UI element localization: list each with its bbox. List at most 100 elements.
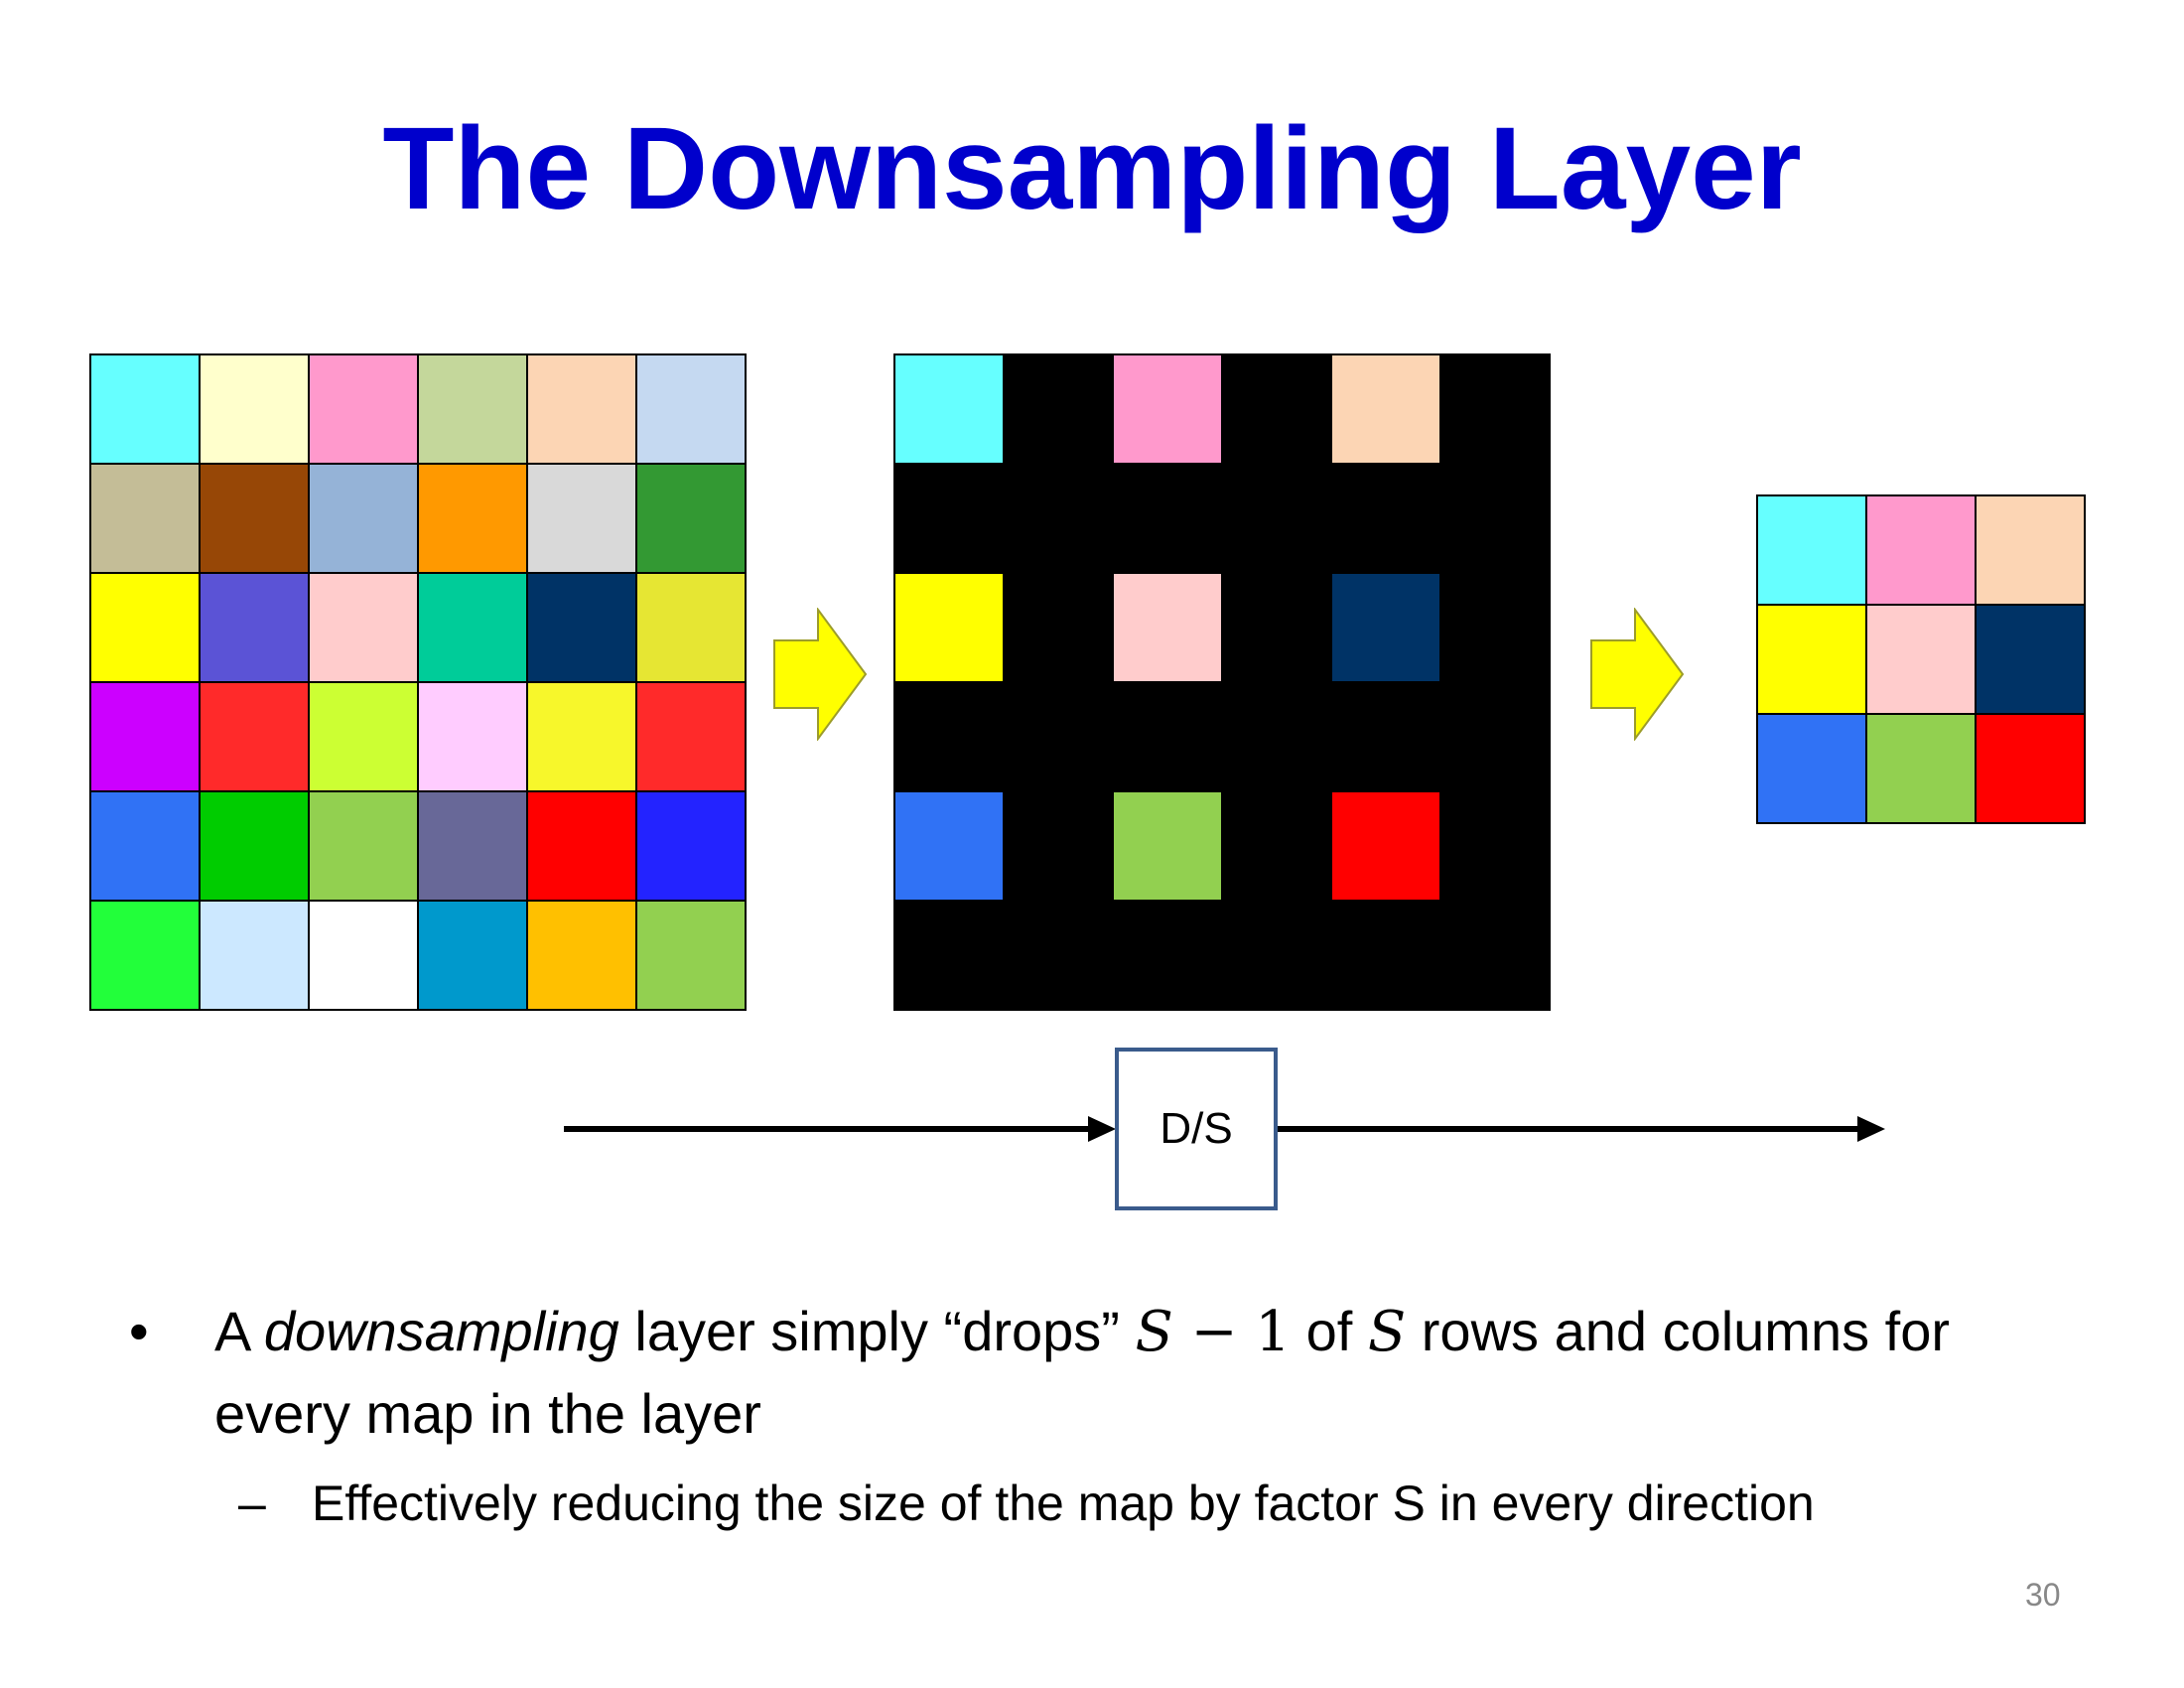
sampled-map-cell [1441,355,1549,463]
sampled-map-cell [1223,574,1330,681]
original-map-cell [201,465,308,572]
original-map-cell [528,355,635,463]
original-map-cell [528,792,635,900]
sampled-map-cell [1441,683,1549,790]
sampled-map-cell [1114,683,1221,790]
sampled-feature-map [893,353,1551,1011]
output-flow-arrow [1278,1116,1885,1142]
sampled-map-cell [1332,465,1439,572]
original-map-cell [419,683,526,790]
page-number: 30 [2025,1577,2061,1613]
downsampled-map-cell [1758,715,1865,822]
bullet-item: • A downsampling layer simply “drops” S −… [129,1291,2095,1455]
slide-title: The Downsampling Layer [382,103,1802,234]
downsampled-map-cell [1867,715,1975,822]
sampled-map-cell [1114,792,1221,900]
input-flow-arrow [564,1116,1116,1142]
sampled-map-cell [1005,683,1112,790]
sampled-map-cell [1005,792,1112,900]
sub-bullet-marker: – [238,1476,266,1531]
downsampling-block: D/S [1115,1048,1278,1210]
original-map-cell [91,465,199,572]
sampled-map-cell [1332,902,1439,1009]
sampled-map-cell [1223,683,1330,790]
original-map-cell [91,683,199,790]
downsampled-map-cell [1758,496,1865,604]
bullet-text-b: layer simply “drops” [618,1300,1136,1362]
math-s: S [1367,1300,1407,1364]
sampled-map-cell [1441,574,1549,681]
sampled-map-cell [895,355,1003,463]
original-map-cell [637,465,745,572]
block-arrow-2-shape [1590,608,1685,741]
original-map-cell [201,574,308,681]
original-map-cell [201,902,308,1009]
original-map-cell [419,902,526,1009]
sampled-map-cell [1332,683,1439,790]
sampled-map-cell [1005,574,1112,681]
bullet-text-c: of [1291,1300,1368,1362]
sampled-map-cell [1223,465,1330,572]
original-map-cell [201,792,308,900]
original-map-cell [528,574,635,681]
original-map-cell [419,792,526,900]
sampled-map-cell [895,574,1003,681]
sampled-map-cell [1332,792,1439,900]
original-feature-map [89,353,747,1011]
original-map-cell [91,574,199,681]
bullet-emphasis: downsampling [263,1300,619,1362]
original-map-cell [310,355,417,463]
downsampled-map-cell [1977,606,2084,713]
original-map-cell [637,574,745,681]
original-map-cell [419,355,526,463]
original-map-cell [419,574,526,681]
sampled-map-cell [895,465,1003,572]
downsampled-map-cell [1977,496,2084,604]
sampled-map-cell [1114,902,1221,1009]
original-map-cell [637,355,745,463]
sampled-map-cell [1441,902,1549,1009]
downsampled-map-cell [1867,606,1975,713]
original-map-cell [91,902,199,1009]
original-map-cell [310,902,417,1009]
sampled-map-cell [1223,902,1330,1009]
sampled-map-cell [895,902,1003,1009]
bullet-list: • A downsampling layer simply “drops” S −… [129,1291,2095,1538]
sampled-map-cell [1005,355,1112,463]
sampled-map-cell [1441,465,1549,572]
downsampled-map-cell [1758,606,1865,713]
sampled-map-cell [1114,355,1221,463]
math-s: S [1135,1300,1173,1364]
original-map-cell [310,683,417,790]
block-arrow-2 [1590,608,1685,741]
original-map-cell [310,574,417,681]
math-minus-one: − 1 [1172,1300,1292,1364]
original-map-cell [310,465,417,572]
original-map-cell [91,355,199,463]
original-map-cell [528,465,635,572]
original-map-cell [201,683,308,790]
downsampled-map-cell [1977,715,2084,822]
downsampled-map-cell [1867,496,1975,604]
downsampled-feature-map [1756,494,2086,824]
sampled-map-cell [1223,355,1330,463]
sampled-map-cell [895,792,1003,900]
sampled-map-cell [1441,792,1549,900]
original-map-cell [637,683,745,790]
sampled-map-cell [1223,792,1330,900]
sampled-map-cell [1005,902,1112,1009]
block-arrow-1 [773,608,868,741]
block-arrow-1-shape [773,608,868,741]
sampled-map-cell [1332,355,1439,463]
sampled-map-cell [1114,574,1221,681]
original-map-cell [201,355,308,463]
sub-bullet-item: – Effectively reducing the size of the ma… [129,1469,2095,1538]
original-map-cell [637,792,745,900]
bullet-marker: • [129,1300,149,1362]
original-map-cell [310,792,417,900]
bullet-text-a: A [214,1300,264,1362]
original-map-cell [419,465,526,572]
sampled-map-cell [895,683,1003,790]
sampled-map-cell [1005,465,1112,572]
original-map-cell [91,792,199,900]
